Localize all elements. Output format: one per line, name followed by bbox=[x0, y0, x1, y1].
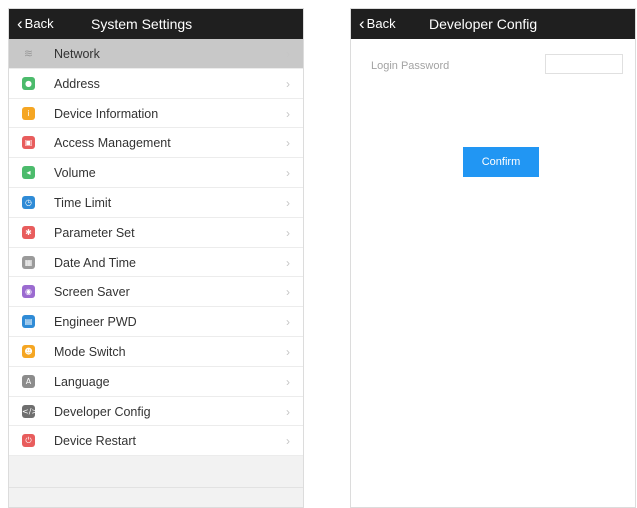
chevron-right-icon: › bbox=[286, 404, 290, 419]
login-password-label: Login Password bbox=[371, 60, 450, 72]
door-icon: ▣ bbox=[22, 136, 35, 150]
page-title: Developer Config bbox=[429, 16, 538, 32]
settings-item-address[interactable]: ● Address › bbox=[9, 68, 303, 99]
chevron-right-icon: › bbox=[286, 344, 290, 359]
settings-item-language[interactable]: A Language › bbox=[9, 366, 303, 397]
settings-item-label: Screen Saver bbox=[54, 285, 130, 300]
settings-item-label: Engineer PWD bbox=[54, 315, 137, 330]
language-icon: A bbox=[22, 374, 35, 388]
location-pin-icon: ● bbox=[22, 76, 35, 90]
speaker-icon: ◂ bbox=[22, 166, 35, 180]
chevron-right-icon: › bbox=[286, 47, 290, 61]
chevron-left-icon: ‹ bbox=[359, 14, 365, 33]
system-settings-panel: ‹ Back System Settings ≋ Network › ● Address… bbox=[8, 8, 304, 508]
lock-icon: ▤ bbox=[22, 315, 35, 329]
info-icon: i bbox=[22, 106, 35, 120]
settings-item-device-information[interactable]: i Device Information › bbox=[9, 98, 303, 129]
chevron-right-icon: › bbox=[286, 136, 290, 151]
gear-icon: ✱ bbox=[22, 225, 35, 239]
chevron-right-icon: › bbox=[286, 374, 290, 389]
chevron-right-icon: › bbox=[286, 225, 290, 240]
settings-item-network[interactable]: ≋ Network › bbox=[9, 39, 303, 69]
chevron-right-icon: › bbox=[286, 166, 290, 181]
settings-item-label: Time Limit bbox=[54, 195, 112, 210]
settings-item-developer-config[interactable]: </> Developer Config › bbox=[9, 396, 303, 427]
settings-item-label: Volume bbox=[54, 166, 96, 181]
settings-item-label: Language bbox=[54, 374, 110, 389]
developer-config-panel: ‹ Back Developer Config Login Password C… bbox=[350, 8, 636, 508]
settings-item-label: Access Management bbox=[54, 136, 171, 151]
code-icon: </> bbox=[22, 404, 39, 418]
settings-item-device-restart[interactable]: ⏻ Device Restart › bbox=[9, 426, 303, 457]
settings-item-engineer-pwd[interactable]: ▤ Engineer PWD › bbox=[9, 307, 303, 337]
back-button[interactable]: ‹ Back bbox=[17, 9, 54, 39]
chevron-right-icon: › bbox=[286, 285, 290, 300]
settings-item-label: Network bbox=[54, 47, 100, 61]
settings-item-parameter-set[interactable]: ✱ Parameter Set › bbox=[9, 217, 303, 248]
developer-config-navbar: ‹ Back Developer Config bbox=[351, 9, 635, 39]
settings-item-date-and-time[interactable]: ▦ Date And Time › bbox=[9, 247, 303, 278]
chevron-left-icon: ‹ bbox=[17, 14, 23, 33]
list-footer bbox=[9, 487, 303, 507]
back-label: Back bbox=[24, 16, 54, 31]
login-password-input[interactable] bbox=[545, 54, 623, 74]
settings-item-label: Device Restart bbox=[54, 434, 136, 449]
chevron-right-icon: › bbox=[286, 76, 290, 91]
settings-list: ≋ Network › ● Address › i Device Information › ▣ A… bbox=[9, 39, 303, 457]
wifi-icon: ≋ bbox=[23, 47, 34, 60]
settings-item-volume[interactable]: ◂ Volume › bbox=[9, 158, 303, 188]
chevron-right-icon: › bbox=[286, 195, 290, 210]
power-icon: ⏻ bbox=[22, 434, 35, 448]
settings-item-mode-switch[interactable]: ☻ Mode Switch › bbox=[9, 336, 303, 367]
clock-icon: ◷ bbox=[22, 195, 35, 209]
screensaver-icon: ◉ bbox=[22, 285, 35, 299]
chevron-right-icon: › bbox=[286, 315, 290, 330]
settings-item-label: Date And Time bbox=[54, 255, 136, 270]
calendar-icon: ▦ bbox=[22, 255, 35, 269]
settings-item-time-limit[interactable]: ◷ Time Limit › bbox=[9, 187, 303, 218]
page-title: System Settings bbox=[91, 16, 193, 32]
settings-item-label: Mode Switch bbox=[54, 344, 126, 359]
settings-item-screen-saver[interactable]: ◉ Screen Saver › bbox=[9, 277, 303, 308]
chevron-right-icon: › bbox=[286, 434, 290, 449]
back-button[interactable]: ‹ Back bbox=[359, 9, 396, 39]
chevron-right-icon: › bbox=[286, 255, 290, 270]
user-switch-icon: ☻ bbox=[22, 344, 35, 358]
back-label: Back bbox=[366, 16, 396, 31]
settings-item-label: Device Information bbox=[54, 106, 159, 121]
chevron-right-icon: › bbox=[286, 106, 290, 121]
system-settings-navbar: ‹ Back System Settings bbox=[9, 9, 303, 39]
settings-item-label: Developer Config bbox=[54, 404, 151, 419]
settings-item-label: Address bbox=[54, 76, 100, 91]
settings-item-access-management[interactable]: ▣ Access Management › bbox=[9, 128, 303, 159]
confirm-button[interactable]: Confirm bbox=[463, 147, 539, 177]
settings-item-label: Parameter Set bbox=[54, 225, 135, 240]
